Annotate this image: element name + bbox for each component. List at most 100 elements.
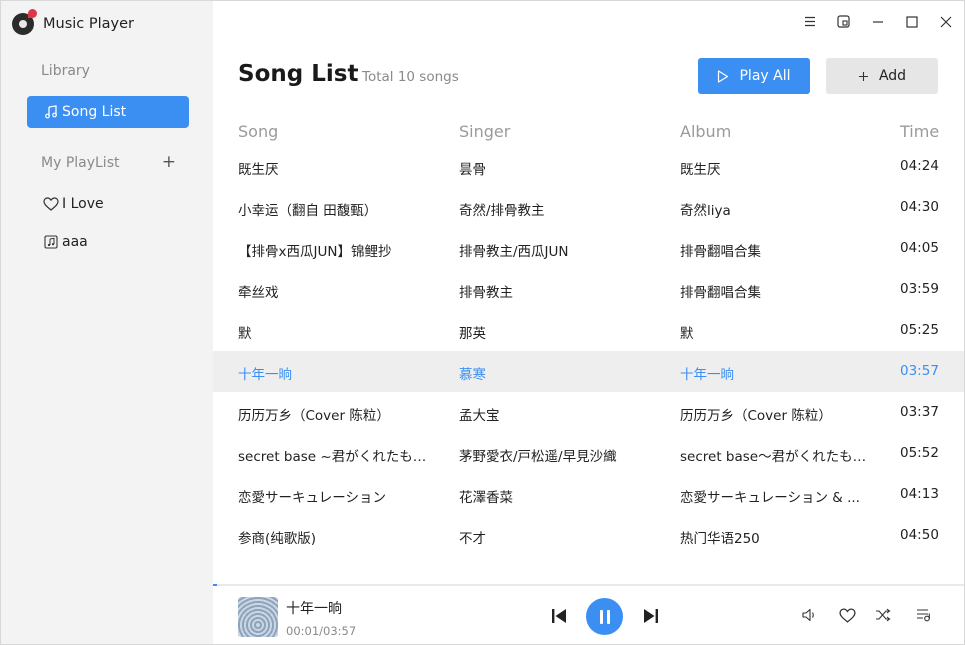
cell-singer: 孟大宝 bbox=[459, 408, 500, 424]
cell-song: 恋愛サーキュレーション bbox=[238, 490, 386, 506]
table-row[interactable]: 历历万乡（Cover 陈粒） 孟大宝 历历万乡（Cover 陈粒） 03:37 bbox=[213, 392, 964, 433]
cell-singer: 奇然/排骨教主 bbox=[459, 203, 545, 219]
plus-icon bbox=[858, 71, 869, 82]
add-label: Add bbox=[878, 68, 907, 84]
table-row[interactable]: 参商(纯歌版) 不才 热门华语250 04:50 bbox=[213, 515, 964, 556]
sidebar-item-label: Song List bbox=[62, 104, 127, 120]
column-header-album[interactable]: Album bbox=[680, 122, 731, 141]
music-note-icon bbox=[42, 105, 60, 119]
cell-album: 十年一晌 bbox=[680, 367, 734, 383]
window-controls bbox=[801, 13, 954, 30]
play-all-label: Play All bbox=[739, 68, 791, 84]
column-header-singer[interactable]: Singer bbox=[459, 122, 510, 141]
sidebar: Music Player Library Song List My PlayLi… bbox=[1, 1, 213, 644]
favorite-heart-icon[interactable] bbox=[838, 606, 856, 624]
shuffle-icon[interactable] bbox=[874, 606, 892, 624]
cell-song: 既生厌 bbox=[238, 162, 279, 178]
cell-song: 参商(纯歌版) bbox=[238, 531, 317, 547]
song-table: 既生厌 昙骨 既生厌 04:24 小幸运（翻自 田馥甄） 奇然/排骨教主 奇然liya 04:… bbox=[213, 146, 964, 556]
player-bar: 十年一晌 00:01/03:57 bbox=[213, 586, 964, 644]
cell-album: 奇然liya bbox=[680, 203, 731, 219]
table-row[interactable]: 牵丝戏 排骨教主 排骨翻唱合集 03:59 bbox=[213, 269, 964, 310]
playlist-queue-icon[interactable] bbox=[915, 606, 933, 624]
heart-icon bbox=[42, 197, 60, 211]
table-row[interactable]: secret base ~君がくれたもの~ 茅野愛衣/戸松遥/早見沙織 secret… bbox=[213, 433, 964, 474]
cell-song: 【排骨x西瓜JUN】锦鲤抄 bbox=[238, 244, 392, 260]
play-all-button[interactable]: Play All bbox=[698, 58, 810, 94]
mini-mode-icon[interactable] bbox=[835, 13, 852, 30]
volume-icon[interactable] bbox=[801, 606, 819, 624]
pause-icon bbox=[599, 609, 610, 624]
cell-time: 05:52 bbox=[900, 445, 939, 461]
library-label: Library bbox=[41, 63, 90, 79]
sidebar-item-label: aaa bbox=[62, 234, 88, 250]
playlist-header: My PlayList + bbox=[41, 154, 176, 171]
close-icon[interactable] bbox=[937, 13, 954, 30]
cell-time: 04:24 bbox=[900, 158, 939, 174]
cell-singer: 不才 bbox=[459, 531, 486, 547]
cell-song: 十年一晌 bbox=[238, 367, 292, 383]
add-playlist-icon[interactable]: + bbox=[162, 154, 176, 171]
song-count: Total 10 songs bbox=[362, 69, 459, 85]
cell-album: 排骨翻唱合集 bbox=[680, 244, 761, 260]
column-header-song[interactable]: Song bbox=[238, 122, 278, 141]
table-row[interactable]: 默 那英 默 05:25 bbox=[213, 310, 964, 351]
previous-track-icon[interactable] bbox=[548, 605, 570, 627]
sidebar-item-label: I Love bbox=[62, 196, 104, 212]
table-row[interactable]: 既生厌 昙骨 既生厌 04:24 bbox=[213, 146, 964, 187]
cell-singer: 昙骨 bbox=[459, 162, 486, 178]
next-track-icon[interactable] bbox=[640, 605, 662, 627]
page-title: Song List bbox=[238, 61, 359, 87]
table-header: Song Singer Album Time bbox=[213, 118, 964, 144]
cell-time: 03:37 bbox=[900, 404, 939, 420]
app-header: Music Player bbox=[12, 9, 134, 36]
cell-singer: 排骨教主/西瓜JUN bbox=[459, 244, 569, 260]
cell-singer: 茅野愛衣/戸松遥/早見沙織 bbox=[459, 449, 617, 465]
cell-album: 排骨翻唱合集 bbox=[680, 285, 761, 301]
cell-time: 04:30 bbox=[900, 199, 939, 215]
cell-singer: 花澤香菜 bbox=[459, 490, 513, 506]
table-row[interactable]: 十年一晌 慕寒 十年一晌 03:57 bbox=[213, 351, 964, 392]
sidebar-item-song-list[interactable]: Song List bbox=[27, 96, 189, 128]
now-playing-title: 十年一晌 bbox=[286, 601, 342, 617]
sidebar-item-aaa[interactable]: aaa bbox=[27, 226, 189, 258]
cell-time: 03:59 bbox=[900, 281, 939, 297]
sidebar-item-i-love[interactable]: I Love bbox=[27, 188, 189, 220]
music-file-icon bbox=[42, 235, 60, 249]
album-cover[interactable] bbox=[238, 597, 278, 637]
cell-album: 历历万乡（Cover 陈粒） bbox=[680, 408, 832, 424]
music-note-icon bbox=[12, 9, 37, 35]
cell-time: 04:50 bbox=[900, 527, 939, 543]
app-window: Music Player Library Song List My PlayLi… bbox=[0, 0, 965, 645]
cell-album: 热门华语250 bbox=[680, 531, 760, 547]
cell-album: 默 bbox=[680, 326, 694, 342]
cell-album: 既生厌 bbox=[680, 162, 721, 178]
table-row[interactable]: 小幸运（翻自 田馥甄） 奇然/排骨教主 奇然liya 04:30 bbox=[213, 187, 964, 228]
table-row[interactable]: 恋愛サーキュレーション 花澤香菜 恋愛サーキュレーション & ... 04:13 bbox=[213, 474, 964, 515]
playlist-label: My PlayList bbox=[41, 154, 120, 171]
main-content: Song List Total 10 songs Play All Add So… bbox=[213, 1, 964, 584]
cell-album: secret base～君がくれたもの～ bbox=[680, 449, 870, 465]
minimize-icon[interactable] bbox=[869, 13, 886, 30]
app-title: Music Player bbox=[43, 16, 134, 32]
now-playing-time: 00:01/03:57 bbox=[286, 624, 357, 638]
cell-song: secret base ~君がくれたもの~ bbox=[238, 449, 428, 465]
cell-song: 牵丝戏 bbox=[238, 285, 279, 301]
cell-album: 恋愛サーキュレーション & ... bbox=[680, 490, 860, 506]
menu-icon[interactable] bbox=[801, 13, 818, 30]
cell-song: 小幸运（翻自 田馥甄） bbox=[238, 203, 378, 219]
cell-song: 默 bbox=[238, 326, 252, 342]
cell-singer: 慕寒 bbox=[459, 367, 486, 383]
cell-time: 04:05 bbox=[900, 240, 939, 256]
cell-singer: 排骨教主 bbox=[459, 285, 513, 301]
cell-time: 03:57 bbox=[900, 363, 939, 379]
play-icon bbox=[717, 69, 729, 83]
cell-time: 05:25 bbox=[900, 322, 939, 338]
column-header-time[interactable]: Time bbox=[900, 122, 939, 141]
pause-button[interactable] bbox=[586, 598, 623, 635]
cell-time: 04:13 bbox=[900, 486, 939, 502]
cell-song: 历历万乡（Cover 陈粒） bbox=[238, 408, 390, 424]
add-button[interactable]: Add bbox=[826, 58, 938, 94]
table-row[interactable]: 【排骨x西瓜JUN】锦鲤抄 排骨教主/西瓜JUN 排骨翻唱合集 04:05 bbox=[213, 228, 964, 269]
maximize-icon[interactable] bbox=[903, 13, 920, 30]
